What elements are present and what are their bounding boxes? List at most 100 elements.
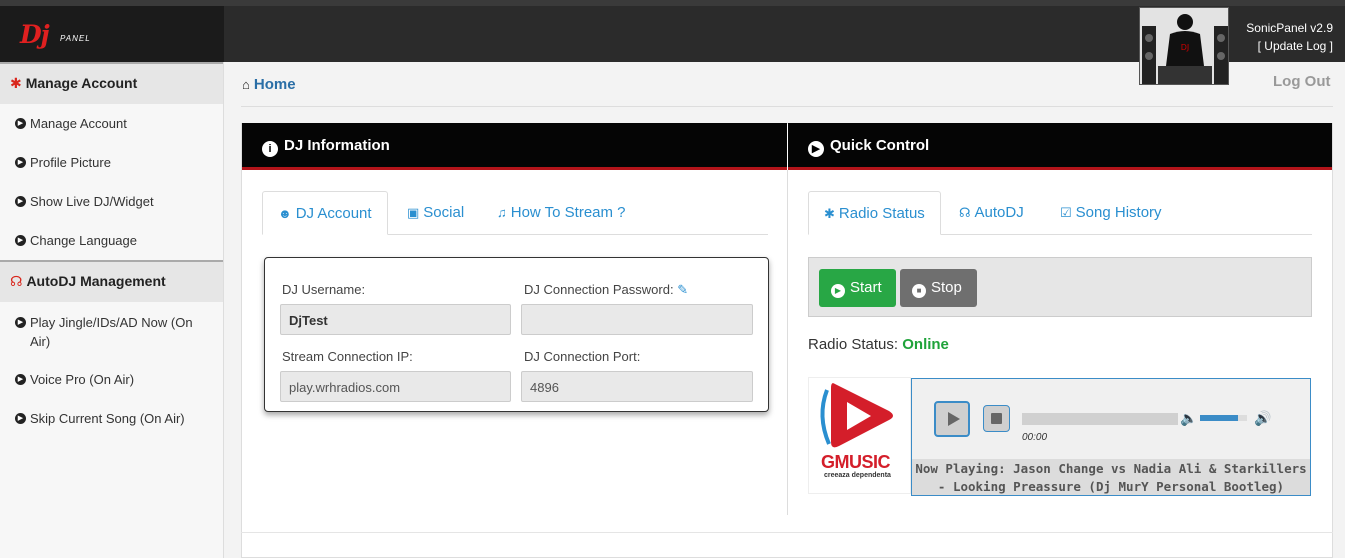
stop-circle-icon: ■ <box>912 284 926 298</box>
facebook-icon: ▣ <box>407 205 420 220</box>
tab-how-to-stream[interactable]: ♫ How To Stream ? <box>482 191 641 235</box>
play-icon <box>948 412 960 426</box>
chevron-circle-right-icon: ▶ <box>15 157 26 168</box>
volume-mute-icon[interactable]: 🔈 <box>1180 410 1197 427</box>
quick-control-header: ▶ Quick Control <box>788 123 1332 170</box>
gmusic-tagline: creeaza dependenta <box>824 472 891 479</box>
gmusic-play-logo-icon <box>820 383 893 448</box>
radio-status-label: Radio Status: <box>808 336 899 353</box>
username-label: DJ Username: <box>282 282 366 297</box>
sidebar-section-manage-account[interactable]: ✱ Manage Account <box>0 62 223 104</box>
chevron-circle-right-icon: ▶ <box>15 235 26 246</box>
port-label: DJ Connection Port: <box>524 349 641 364</box>
player-time: 00:00 <box>1022 432 1048 443</box>
sidebar-item-label: Profile Picture <box>30 155 111 170</box>
logo-main-text: Dj <box>20 20 50 49</box>
ip-field[interactable]: play.wrhradios.com <box>280 371 511 402</box>
sidebar-item-label: Change Language <box>30 233 137 248</box>
gear-icon: ✱ <box>10 75 22 91</box>
svg-text:DJ: DJ <box>1181 43 1190 52</box>
sidebar-item-manage-account[interactable]: ▶ Manage Account <box>0 104 223 143</box>
divider <box>241 532 1333 533</box>
chevron-circle-right-icon: ▶ <box>15 374 26 385</box>
play-button[interactable] <box>934 401 970 437</box>
play-circle-icon: ▶ <box>808 141 824 157</box>
panel-title: DJ Information <box>284 137 390 154</box>
chevron-circle-right-icon: ▶ <box>15 413 26 424</box>
sidebar-section-autodj[interactable]: ☊ AutoDJ Management <box>0 260 223 302</box>
password-field[interactable] <box>521 304 753 335</box>
sidebar-item-label: Voice Pro (On Air) <box>30 372 135 387</box>
stop-label: Stop <box>931 279 962 296</box>
sidebar-item-label: Play Jingle/IDs/AD Now (On Air) <box>30 315 193 349</box>
breadcrumb[interactable]: ⌂ Home <box>242 76 296 93</box>
stop-icon <box>991 413 1002 424</box>
progress-track[interactable] <box>1022 413 1178 425</box>
update-log-link[interactable]: [ Update Log ] <box>1246 37 1333 55</box>
logo-sub-text: PANEL <box>60 34 91 43</box>
sidebar-item-skip-song[interactable]: ▶ Skip Current Song (On Air) <box>0 399 223 438</box>
sidebar: ✱ Manage Account ▶ Manage Account ▶ Profile… <box>0 62 224 558</box>
start-label: Start <box>850 279 882 296</box>
avatar[interactable]: DJ <box>1139 7 1229 85</box>
sidebar-item-show-live-dj[interactable]: ▶ Show Live DJ/Widget <box>0 182 223 221</box>
tab-label: Song History <box>1075 204 1162 221</box>
app-version: SonicPanel v2.9 <box>1246 21 1333 35</box>
dj-info-tabs: ☻ DJ Account ▣ Social ♫ How To Stream ? <box>262 191 768 235</box>
panel-title: Quick Control <box>830 137 930 154</box>
chevron-circle-right-icon: ▶ <box>15 196 26 207</box>
tab-label: DJ Account <box>295 205 372 222</box>
tab-label: How To Stream ? <box>510 204 626 221</box>
quick-control-tabs: ✱ Radio Status ☊ AutoDJ ☑ Song History <box>808 191 1312 235</box>
chevron-circle-right-icon: ▶ <box>15 317 26 328</box>
breadcrumb-home: Home <box>253 76 296 93</box>
username-field[interactable]: DjTest <box>280 304 511 335</box>
audio-player: 00:00 🔈 🔊 Now Playing: Jason Change vs N… <box>911 378 1311 496</box>
logo[interactable]: Dj PANEL <box>0 6 224 62</box>
volume-slider[interactable] <box>1200 415 1247 421</box>
password-label-text: DJ Connection Password: <box>524 282 674 297</box>
home-icon: ⌂ <box>242 77 250 92</box>
sidebar-section-title: Manage Account <box>25 75 138 91</box>
chevron-circle-right-icon: ▶ <box>15 118 26 129</box>
sidebar-item-voice-pro[interactable]: ▶ Voice Pro (On Air) <box>0 360 223 399</box>
control-bar: ▶ Start ■ Stop <box>808 257 1312 317</box>
calendar-check-icon: ☑ <box>1060 205 1072 220</box>
gmusic-logo: GMUSIC creeaza dependenta <box>808 377 911 494</box>
now-playing: Now Playing: Jason Change vs Nadia Ali &… <box>912 459 1310 495</box>
volume-max-icon[interactable]: 🔊 <box>1254 410 1271 427</box>
dj-info-header: i DJ Information <box>242 123 787 170</box>
port-field[interactable]: 4896 <box>521 371 753 402</box>
tab-radio-status[interactable]: ✱ Radio Status <box>808 191 941 235</box>
sidebar-item-play-jingle[interactable]: ▶ Play Jingle/IDs/AD Now (On Air) <box>0 302 223 360</box>
music-note-icon: ♫ <box>497 205 507 220</box>
sidebar-item-label: Show Live DJ/Widget <box>30 194 154 209</box>
pencil-icon[interactable]: ✎ <box>677 282 688 297</box>
start-button[interactable]: ▶ Start <box>819 269 896 307</box>
sidebar-item-label: Manage Account <box>30 116 127 131</box>
tab-label: Social <box>423 204 465 221</box>
sidebar-section-title: AutoDJ Management <box>26 273 166 289</box>
brand-info: SonicPanel v2.9 [ Update Log ] <box>1246 19 1333 55</box>
sidebar-item-change-language[interactable]: ▶ Change Language <box>0 221 223 260</box>
password-label: DJ Connection Password: ✎ <box>524 282 688 298</box>
sidebar-item-label: Skip Current Song (On Air) <box>30 411 185 426</box>
tab-song-history[interactable]: ☑ Song History <box>1045 191 1177 235</box>
play-circle-icon: ▶ <box>831 284 845 298</box>
dj-account-box: DJ Username: DjTest DJ Connection Passwo… <box>264 257 769 412</box>
logout-link[interactable]: Log Out <box>1273 73 1330 90</box>
radio-status-value: Online <box>902 336 949 353</box>
tab-social[interactable]: ▣ Social <box>392 191 479 235</box>
tab-autodj[interactable]: ☊ AutoDJ <box>944 191 1039 235</box>
sidebar-item-profile-picture[interactable]: ▶ Profile Picture <box>0 143 223 182</box>
radio-status: Radio Status: Online <box>808 336 949 353</box>
gear-icon: ✱ <box>824 206 835 221</box>
tab-dj-account[interactable]: ☻ DJ Account <box>262 191 388 235</box>
player-stop-button[interactable] <box>983 405 1010 432</box>
tab-label: Radio Status <box>838 205 925 222</box>
tab-label: AutoDJ <box>974 204 1024 221</box>
info-icon: i <box>262 141 278 157</box>
divider <box>241 106 1333 107</box>
stop-button[interactable]: ■ Stop <box>900 269 977 307</box>
headphones-icon: ☊ <box>959 205 971 220</box>
